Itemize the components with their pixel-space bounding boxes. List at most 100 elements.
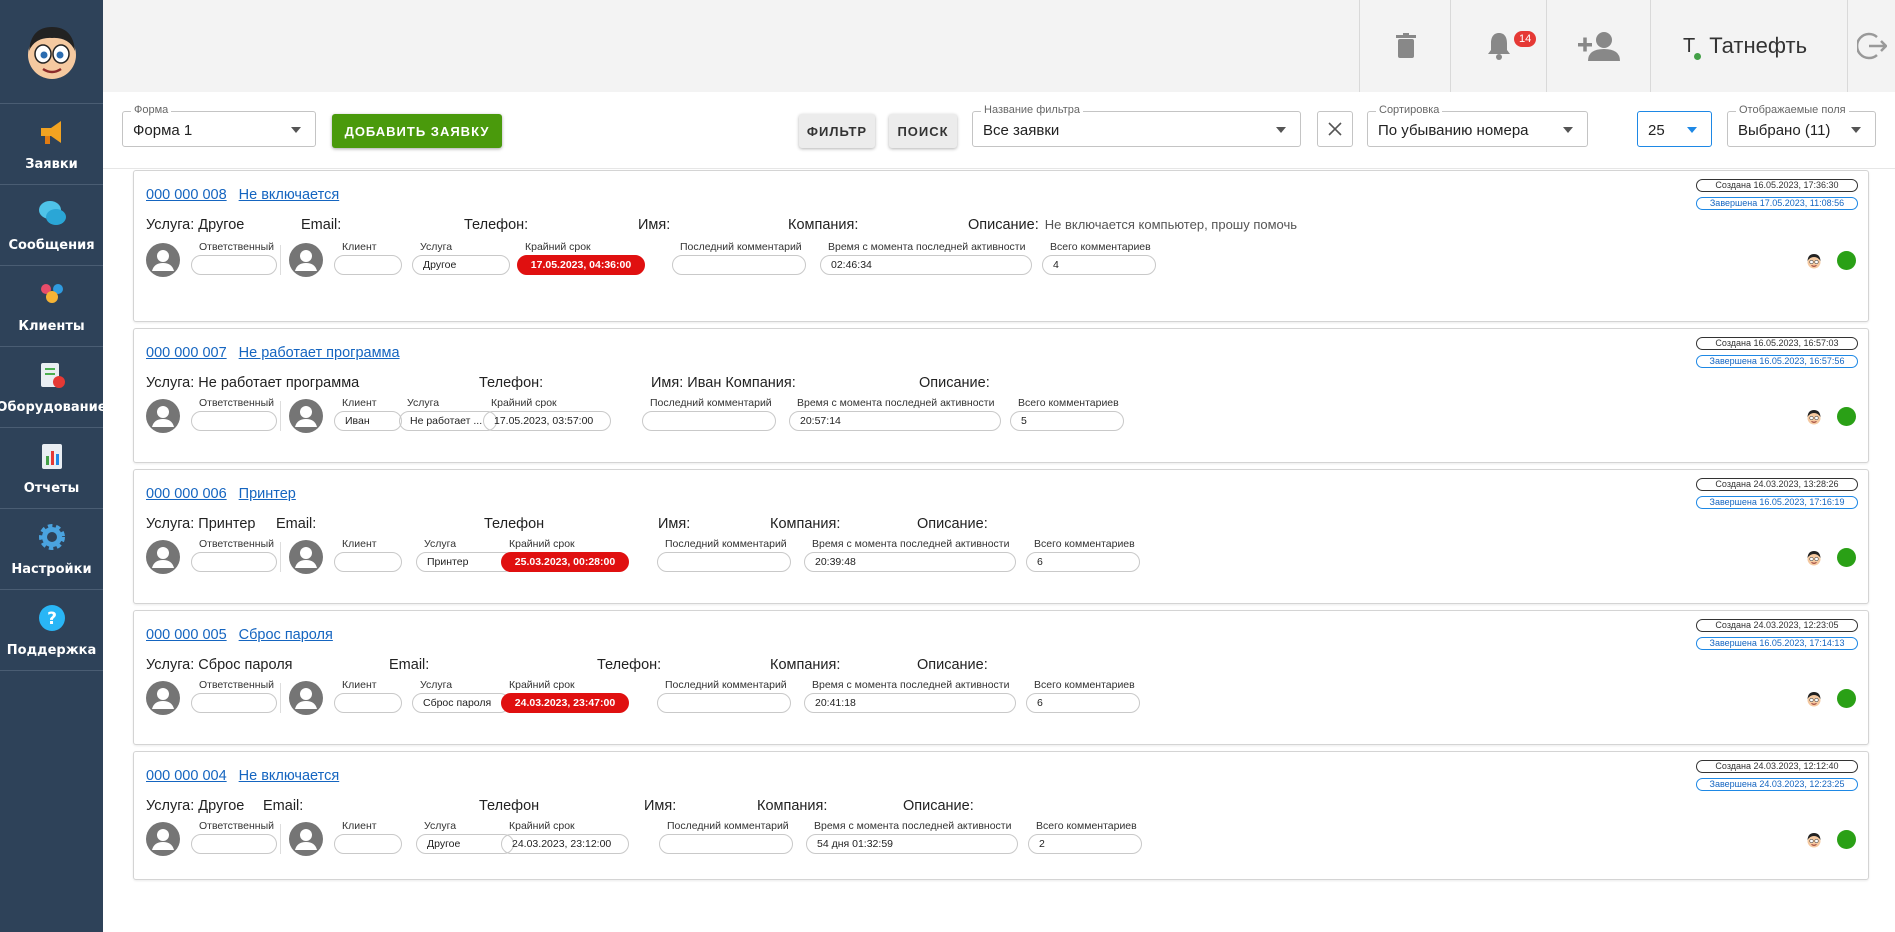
total-comments-field-value[interactable]: 4 <box>1042 255 1156 275</box>
displayed-fields-value: Выбрано (11) <box>1738 122 1831 139</box>
sidebar-item-0[interactable]: Заявки <box>0 104 103 185</box>
sidebar-item-2[interactable]: Клиенты <box>0 266 103 347</box>
client-field-value[interactable]: Иван <box>334 411 402 431</box>
app-logo[interactable] <box>0 0 103 104</box>
deadline-field-label: Крайний срок <box>509 679 575 691</box>
total-comments-field-label: Всего комментариев <box>1036 820 1137 832</box>
deadline-field-value[interactable]: 24.03.2023, 23:12:00 <box>501 834 629 854</box>
ticket-title[interactable]: Сброс пароля <box>239 627 333 643</box>
info-phone: Телефон <box>479 798 539 814</box>
ticket-title[interactable]: Не включается <box>239 187 340 203</box>
deadline-field-value[interactable]: 17.05.2023, 04:36:00 <box>517 255 645 275</box>
service-field-value[interactable]: Другое <box>416 834 514 854</box>
info-company-label: Компания: <box>757 798 828 814</box>
client-field-value[interactable] <box>334 834 402 854</box>
add-ticket-button[interactable]: ДОБАВИТЬ ЗАЯВКУ <box>332 114 502 148</box>
sort-select[interactable]: Сортировка По убыванию номера <box>1367 104 1588 147</box>
filter-button[interactable]: ФИЛЬТР <box>799 114 875 148</box>
info-phone-label: Телефон <box>484 516 545 532</box>
form-select[interactable]: Форма Форма 1 <box>122 104 316 147</box>
last-comment-field-value[interactable] <box>672 255 806 275</box>
ticket-title[interactable]: Принтер <box>239 486 296 502</box>
responsible-avatar-icon[interactable] <box>146 399 180 433</box>
chat-icon <box>37 198 67 238</box>
trash-button[interactable] <box>1359 0 1451 92</box>
filter-name-select[interactable]: Название фильтра Все заявки <box>972 104 1301 147</box>
deadline-field-value[interactable]: 17.05.2023, 03:57:00 <box>483 411 611 431</box>
status-dot <box>1837 830 1856 849</box>
activity-time-field-value[interactable]: 20:41:18 <box>804 693 1016 713</box>
client-field-value[interactable] <box>334 552 402 572</box>
sidebar-item-6[interactable]: ? Поддержка <box>0 590 103 671</box>
sidebar-item-4[interactable]: Отчеты <box>0 428 103 509</box>
ticket-title-link[interactable]: 000 000 007 Не работает программа <box>146 345 400 361</box>
ticket-card[interactable]: 000 000 006 Принтер Услуга: Принтер Email: Т… <box>133 469 1869 604</box>
total-comments-field-value[interactable]: 2 <box>1028 834 1142 854</box>
ticket-number[interactable]: 000 000 004 <box>146 768 227 784</box>
last-comment-field-value[interactable] <box>657 693 791 713</box>
info-service-label: Услуга: Другое <box>146 217 245 233</box>
client-avatar-icon[interactable] <box>289 822 323 856</box>
service-field-value[interactable]: Принтер <box>416 552 514 572</box>
ticket-title[interactable]: Не включается <box>239 768 340 784</box>
ticket-number[interactable]: 000 000 006 <box>146 486 227 502</box>
client-avatar-icon[interactable] <box>289 399 323 433</box>
responsible-avatar-icon[interactable] <box>146 243 180 277</box>
client-avatar-icon[interactable] <box>289 681 323 715</box>
service-field-value[interactable]: Другое <box>412 255 510 275</box>
responsible-field-value[interactable] <box>191 693 277 713</box>
form-select-label: Форма <box>131 104 172 116</box>
ticket-card[interactable]: 000 000 008 Не включается Услуга: Другое Em… <box>133 170 1869 322</box>
add-user-button[interactable] <box>1546 0 1651 92</box>
ticket-number[interactable]: 000 000 008 <box>146 187 227 203</box>
responsible-field-value[interactable] <box>191 834 277 854</box>
total-comments-field-value[interactable]: 6 <box>1026 693 1140 713</box>
responsible-avatar-icon[interactable] <box>146 681 180 715</box>
responsible-avatar-icon[interactable] <box>146 822 180 856</box>
sidebar-item-3[interactable]: Оборудование <box>0 347 107 428</box>
sidebar-item-5[interactable]: Настройки <box>0 509 103 590</box>
service-field-label: Услуга <box>424 538 457 550</box>
deadline-field-value[interactable]: 25.03.2023, 00:28:00 <box>501 552 629 572</box>
ticket-title[interactable]: Не работает программа <box>239 345 400 361</box>
ticket-card[interactable]: 000 000 004 Не включается Услуга: Другое Em… <box>133 751 1869 880</box>
ticket-title-link[interactable]: 000 000 005 Сброс пароля <box>146 627 333 643</box>
deadline-field-value[interactable]: 24.03.2023, 23:47:00 <box>501 693 629 713</box>
page-size-select[interactable]: 25 <box>1637 111 1712 147</box>
activity-time-field-value[interactable]: 20:39:48 <box>804 552 1016 572</box>
clear-filter-button[interactable] <box>1317 111 1353 147</box>
responsible-avatar-icon[interactable] <box>146 540 180 574</box>
info-description-label: Описание: <box>903 798 974 814</box>
ticket-title-link[interactable]: 000 000 006 Принтер <box>146 486 296 502</box>
responsible-field-value[interactable] <box>191 411 277 431</box>
ticket-title-link[interactable]: 000 000 004 Не включается <box>146 768 339 784</box>
sidebar-item-1[interactable]: Сообщения <box>0 185 103 266</box>
ticket-card[interactable]: 000 000 005 Сброс пароля Услуга: Сброс пар… <box>133 610 1869 745</box>
last-comment-field-value[interactable] <box>657 552 791 572</box>
info-company: Компания: <box>788 217 858 233</box>
ticket-number[interactable]: 000 000 005 <box>146 627 227 643</box>
responsible-field-value[interactable] <box>191 552 277 572</box>
displayed-fields-select[interactable]: Отображаемые поля Выбрано (11) <box>1727 104 1876 147</box>
responsible-field-value[interactable] <box>191 255 277 275</box>
service-field-value[interactable]: Сброс пароля <box>412 693 510 713</box>
activity-time-field-value[interactable]: 54 дня 01:32:59 <box>806 834 1018 854</box>
last-comment-field-value[interactable] <box>642 411 776 431</box>
activity-time-field-value[interactable]: 02:46:34 <box>820 255 1032 275</box>
client-avatar-icon[interactable] <box>289 540 323 574</box>
ticket-number[interactable]: 000 000 007 <box>146 345 227 361</box>
total-comments-field-value[interactable]: 6 <box>1026 552 1140 572</box>
last-comment-field-value[interactable] <box>659 834 793 854</box>
client-avatar-icon[interactable] <box>289 243 323 277</box>
total-comments-field-value[interactable]: 5 <box>1010 411 1124 431</box>
client-field-value[interactable] <box>334 693 402 713</box>
notifications-button[interactable]: 14 <box>1450 0 1547 92</box>
logout-button[interactable] <box>1847 0 1895 92</box>
user-menu[interactable]: Т Татнефть <box>1650 0 1847 92</box>
ticket-title-link[interactable]: 000 000 008 Не включается <box>146 187 339 203</box>
client-field-value[interactable] <box>334 255 402 275</box>
search-button[interactable]: ПОИСК <box>889 114 957 148</box>
chevron-down-icon <box>291 127 301 133</box>
ticket-card[interactable]: 000 000 007 Не работает программа Услуга: … <box>133 328 1869 463</box>
activity-time-field-value[interactable]: 20:57:14 <box>789 411 1001 431</box>
